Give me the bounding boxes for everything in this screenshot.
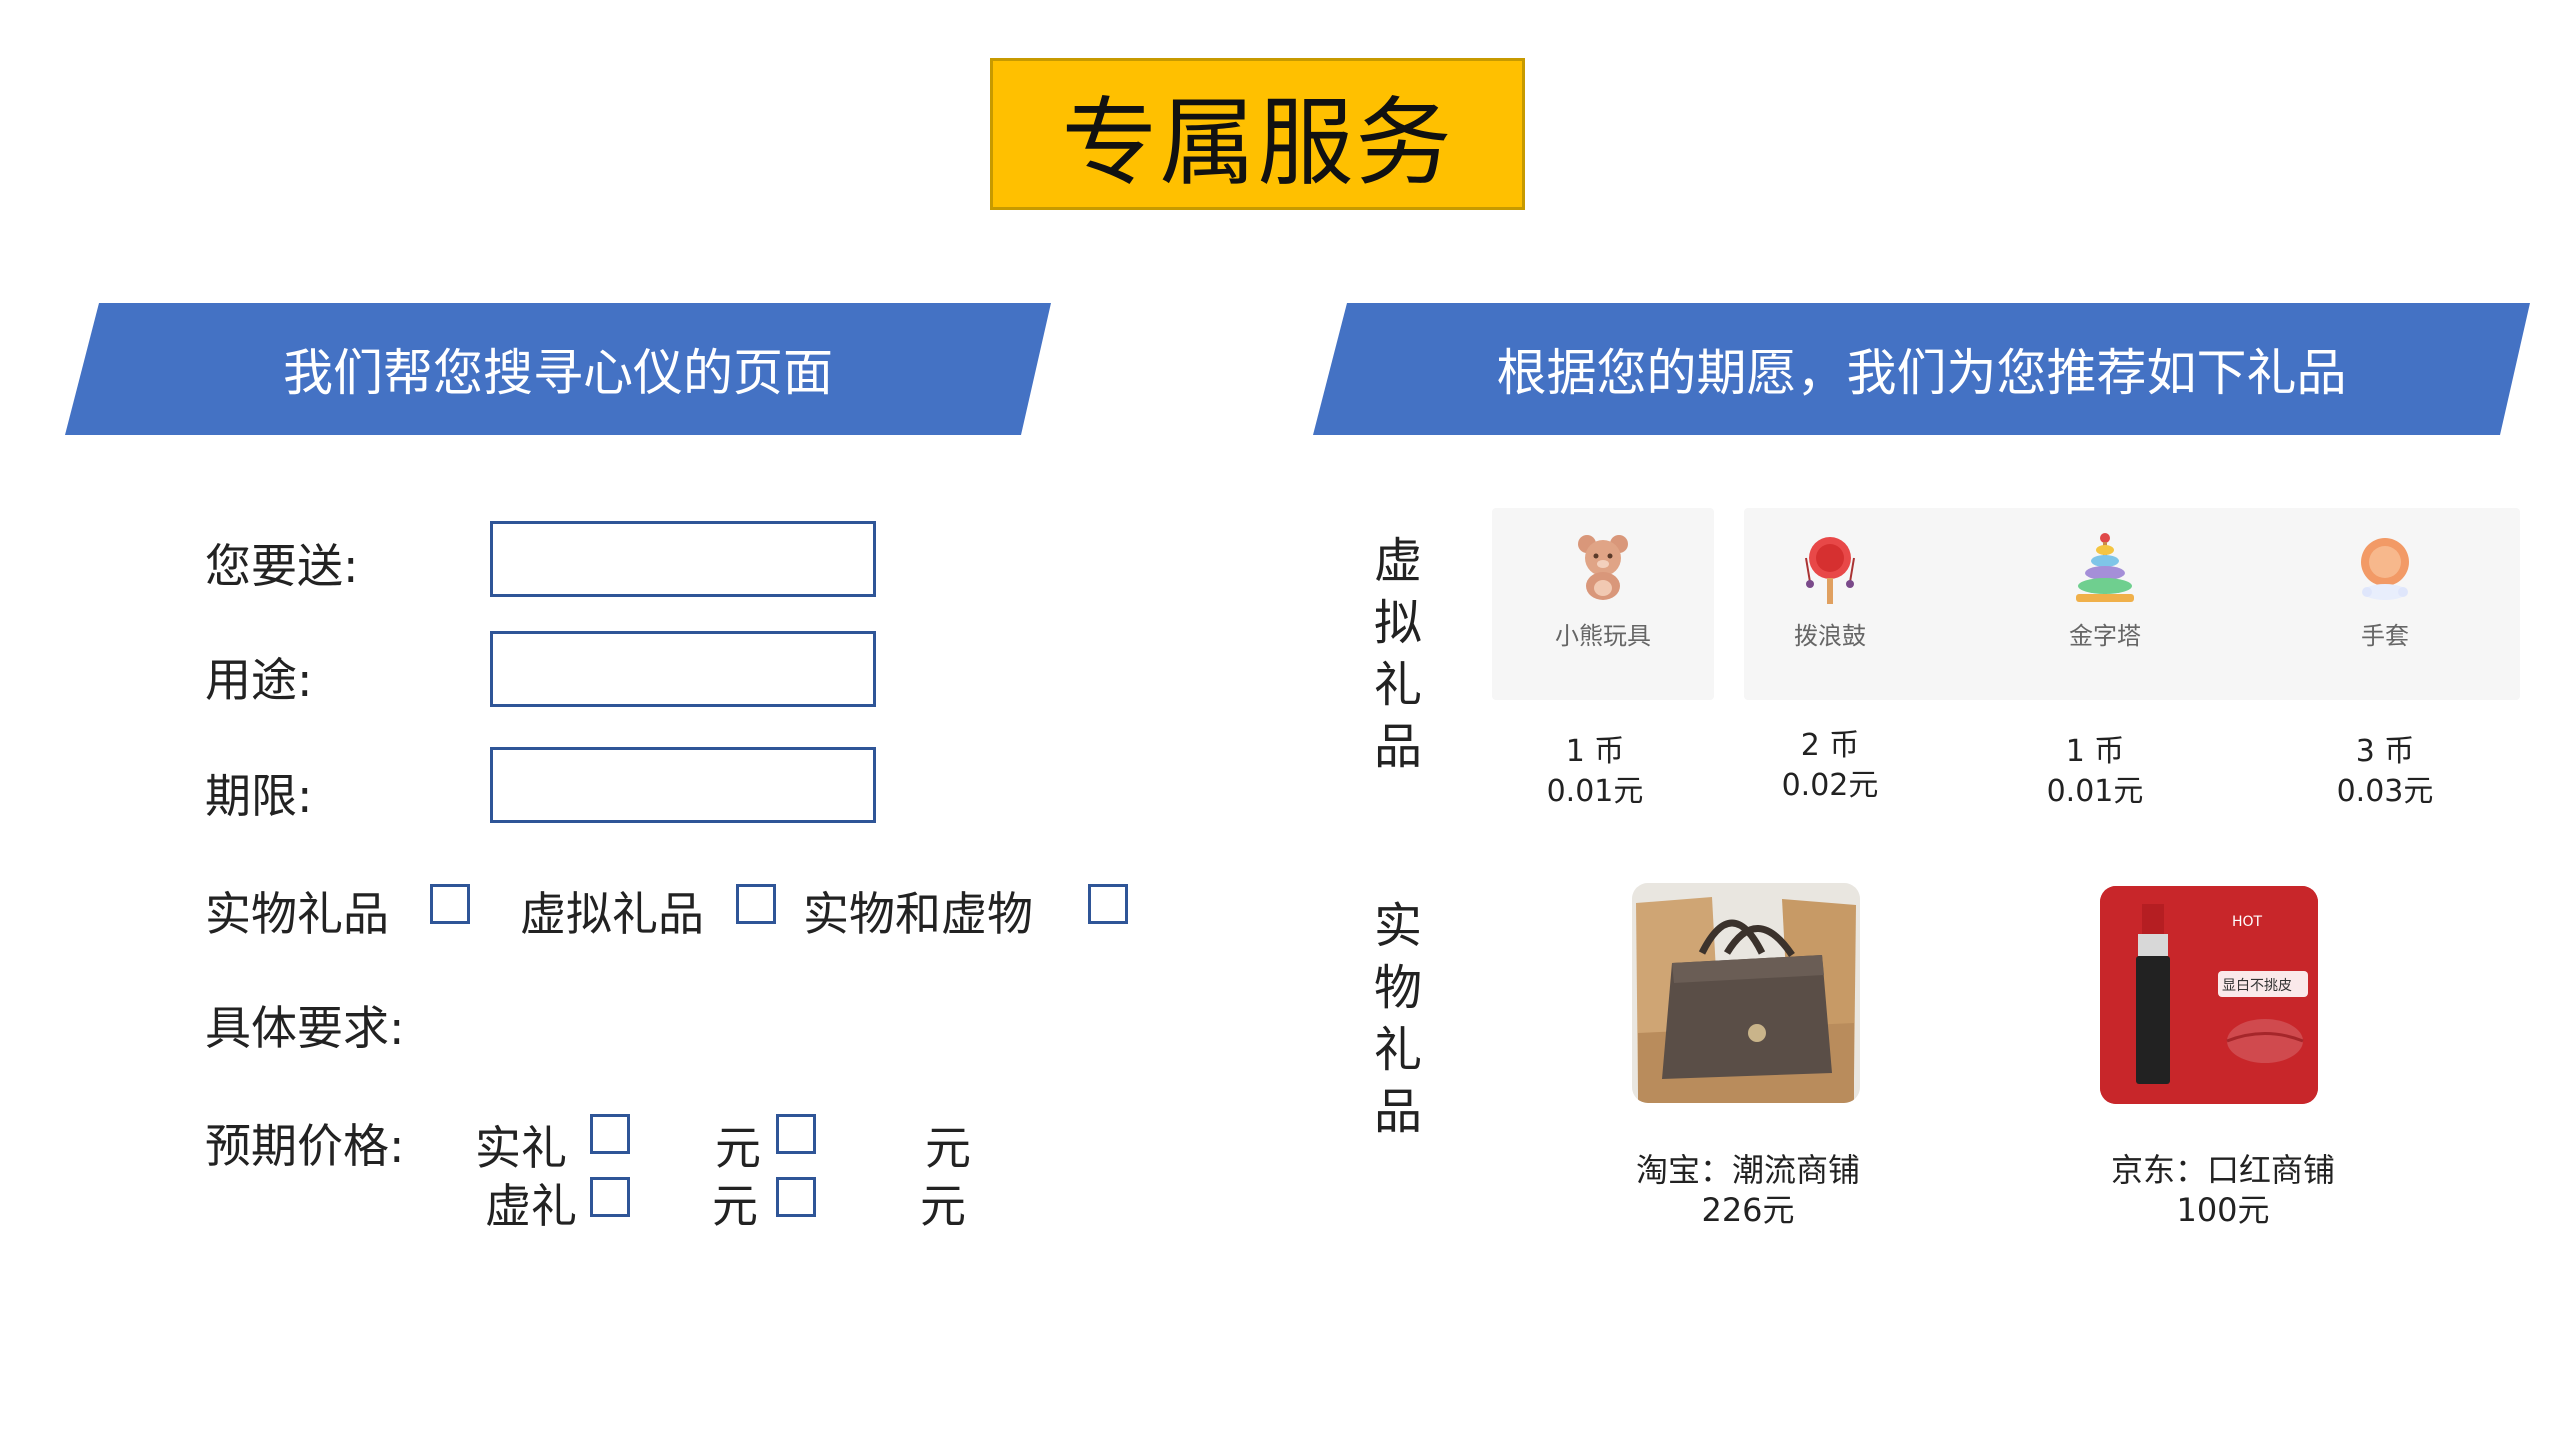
- physical-gifts-section-label: 实 物 礼 品: [1373, 898, 1422, 1140]
- handbag-image: [1632, 883, 1860, 1103]
- purpose-label: 用途:: [205, 653, 313, 707]
- lipstick-product-image[interactable]: HOT 显白不挑皮: [2100, 886, 2318, 1104]
- gift-name: 金字塔: [2069, 622, 2141, 650]
- gift-name: 小熊玩具: [1555, 622, 1651, 650]
- physical-gift-info-handbag: 淘宝：潮流商铺 226元: [1580, 1150, 1916, 1230]
- shop-name: 淘宝：潮流商铺: [1635, 1151, 1860, 1189]
- stacking-rings-icon: [2076, 533, 2134, 602]
- virtual-gift-max-unit: 元: [920, 1179, 966, 1233]
- purpose-input[interactable]: [490, 631, 876, 707]
- recommend-section-banner: 根据您的期愿，我们为您推荐如下礼品: [1313, 303, 2530, 435]
- real-gift-min-unit: 元: [715, 1121, 761, 1175]
- page-title: 专属服务: [990, 58, 1525, 210]
- virtual-gift-price-bear: 1 币 0.01元: [1546, 734, 1644, 809]
- shop-name: 京东：口红商铺: [2110, 1151, 2335, 1189]
- search-section-banner: 我们帮您搜寻心仪的页面: [65, 303, 1051, 435]
- type-virtual-checkbox[interactable]: [736, 884, 776, 924]
- real-gift-max-checkbox[interactable]: [776, 1114, 816, 1154]
- product-price: 226元: [1701, 1191, 1795, 1229]
- virtual-gift-card-glove[interactable]: 手套: [2315, 508, 2455, 700]
- product-price: 100元: [2176, 1191, 2270, 1229]
- requirements-label: 具体要求:: [205, 1001, 405, 1055]
- virtual-gift-price-glove: 3 币 0.03元: [2336, 734, 2434, 809]
- recipient-input[interactable]: [490, 521, 876, 597]
- search-section-title: 我们帮您搜寻心仪的页面: [283, 344, 833, 402]
- type-both-checkbox[interactable]: [1088, 884, 1128, 924]
- recommend-section-title: 根据您的期愿，我们为您推荐如下礼品: [1496, 344, 2347, 402]
- virtual-gift-min-checkbox[interactable]: [590, 1177, 630, 1217]
- virtual-gift-card-bear[interactable]: 小熊玩具: [1492, 508, 1714, 700]
- virtual-gift-price-pyramid: 1 币 0.01元: [2046, 734, 2144, 809]
- gift-name: 拨浪鼓: [1794, 622, 1866, 650]
- virtual-gift-card-pyramid[interactable]: 金字塔: [2035, 508, 2175, 700]
- glove-icon: [2361, 538, 2409, 600]
- deadline-label: 期限:: [205, 769, 313, 823]
- lipstick-image: [2100, 886, 2318, 1104]
- bear-icon: [1578, 535, 1628, 600]
- virtual-gift-card-rattle-drum[interactable]: 拨浪鼓: [1760, 508, 1900, 700]
- virtual-gift-min-unit: 元: [712, 1179, 758, 1233]
- rattle-drum-icon: [1805, 537, 1855, 604]
- deadline-input[interactable]: [490, 747, 876, 823]
- handbag-product-image[interactable]: [1632, 883, 1860, 1103]
- real-gift-max-unit: 元: [925, 1121, 971, 1175]
- type-both-label: 实物和虚物: [803, 887, 1033, 941]
- recipient-label: 您要送:: [205, 539, 359, 593]
- virtual-gift-price-rattle-drum: 2 币 0.02元: [1781, 728, 1879, 803]
- type-virtual-label: 虚拟礼品: [520, 887, 704, 941]
- hot-badge: HOT: [2232, 914, 2263, 930]
- lipstick-tagline: 显白不挑皮: [2222, 978, 2292, 994]
- virtual-gifts-section-label: 虚 拟 礼 品: [1373, 533, 1422, 775]
- real-gift-label: 实礼: [475, 1121, 567, 1175]
- type-physical-checkbox[interactable]: [430, 884, 470, 924]
- gift-name: 手套: [2361, 622, 2409, 650]
- virtual-gift-max-checkbox[interactable]: [776, 1177, 816, 1217]
- real-gift-min-checkbox[interactable]: [590, 1114, 630, 1154]
- expected-price-label: 预期价格:: [205, 1119, 405, 1173]
- physical-gift-info-lipstick: 京东：口红商铺 100元: [2055, 1150, 2391, 1230]
- virtual-gift-label: 虚礼: [485, 1179, 577, 1233]
- type-physical-label: 实物礼品: [205, 887, 389, 941]
